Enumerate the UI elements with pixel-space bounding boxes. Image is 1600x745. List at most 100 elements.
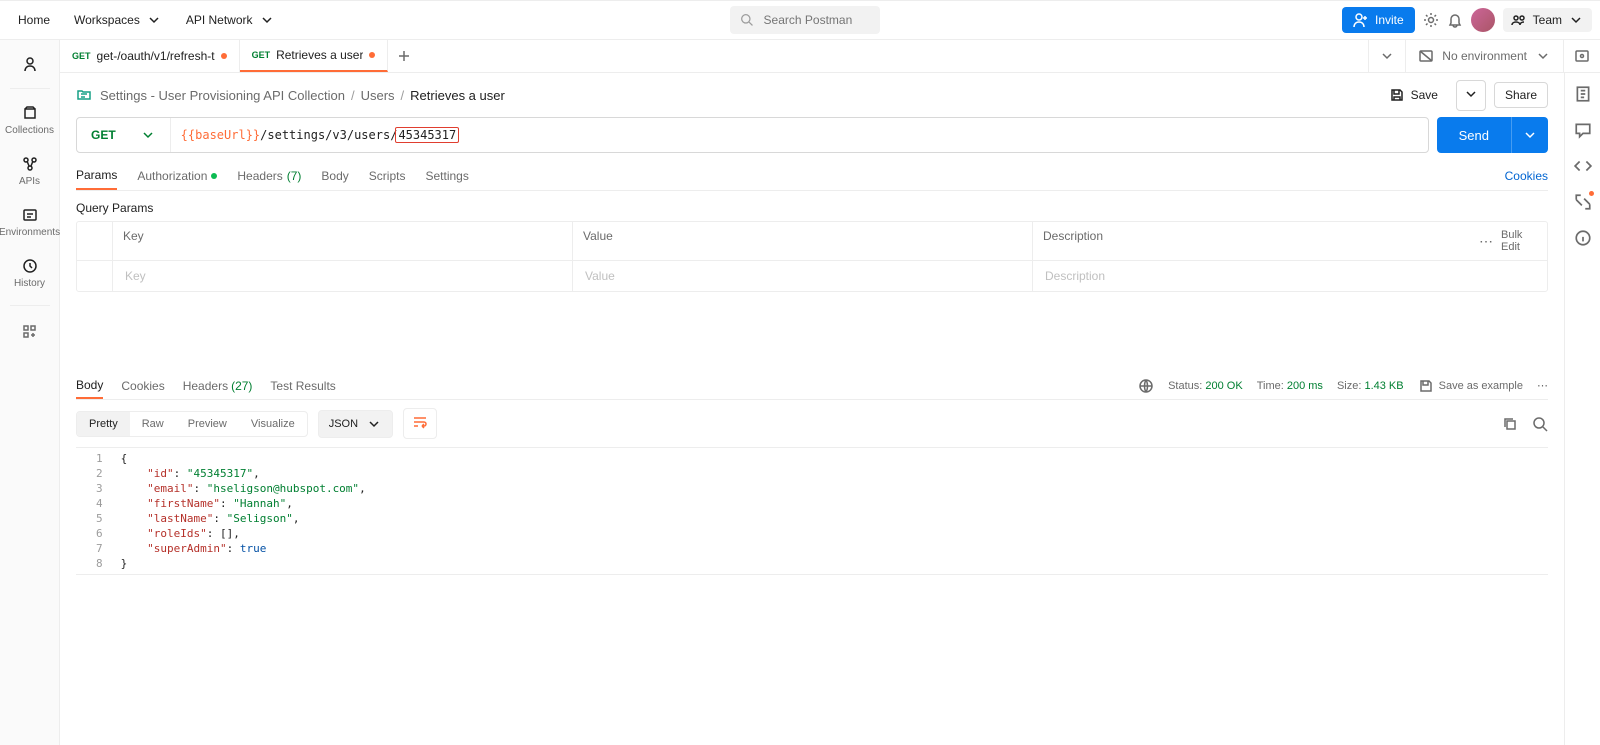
bulk-edit-link[interactable]: Bulk Edit (1501, 229, 1537, 253)
col-value: Value (573, 222, 1033, 260)
cookies-link[interactable]: Cookies (1505, 169, 1548, 183)
documentation-icon[interactable] (1574, 85, 1592, 103)
sidebar-configure[interactable] (16, 318, 44, 349)
info-icon[interactable] (1574, 229, 1592, 247)
tab-body[interactable]: Body (321, 161, 348, 190)
eye-icon (1574, 48, 1590, 64)
comments-icon[interactable] (1574, 121, 1592, 139)
response-body: 12345678 { "id": "45345317", "email": "h… (76, 447, 1548, 575)
view-preview[interactable]: Preview (176, 412, 239, 436)
sidebar-item-apis[interactable]: APIs (0, 148, 59, 195)
search-icon[interactable] (1532, 416, 1548, 432)
collection-icon (76, 86, 92, 105)
code-icon[interactable] (1574, 157, 1592, 175)
tab-list-dropdown[interactable] (1369, 48, 1405, 64)
query-params-table: Key Value Description ⋯ Bulk Edit (76, 221, 1548, 292)
tab-title: get-/oauth/v1/refresh-t (97, 49, 215, 63)
view-visualize[interactable]: Visualize (239, 412, 307, 436)
param-value-input[interactable] (583, 268, 1022, 284)
wrap-icon (412, 414, 428, 430)
collections-icon (22, 105, 38, 121)
search-input[interactable] (762, 12, 871, 28)
chevron-down-icon (146, 12, 162, 28)
save-dropdown[interactable] (1456, 80, 1486, 111)
copy-icon[interactable] (1502, 416, 1518, 432)
resp-tab-test-results[interactable]: Test Results (270, 372, 335, 399)
query-params-label: Query Params (76, 201, 1548, 215)
format-selector[interactable]: JSON (318, 410, 393, 438)
chevron-down-icon (259, 12, 275, 28)
chevron-down-icon (140, 127, 156, 143)
tab-headers[interactable]: Headers (7) (237, 161, 301, 190)
search-icon (740, 12, 753, 28)
invite-button[interactable]: Invite (1342, 7, 1415, 33)
tab-method: GET (252, 50, 271, 60)
save-as-example[interactable]: Save as example (1418, 378, 1523, 394)
sidebar-item-collections[interactable]: Collections (0, 97, 59, 144)
dirty-dot (369, 52, 375, 58)
view-mode-segment: Pretty Raw Preview Visualize (76, 411, 308, 437)
line-gutter: 12345678 (76, 448, 113, 574)
view-raw[interactable]: Raw (130, 412, 176, 436)
resp-tab-cookies[interactable]: Cookies (121, 372, 164, 399)
top-bar: Home Workspaces API Network Invite Team (0, 0, 1600, 40)
grid-plus-icon (22, 324, 38, 340)
tab-params[interactable]: Params (76, 161, 117, 190)
resp-tab-body[interactable]: Body (76, 372, 103, 399)
environment-quicklook[interactable] (1563, 40, 1600, 72)
wrap-lines-button[interactable] (403, 408, 437, 439)
tab-scripts[interactable]: Scripts (369, 161, 406, 190)
view-pretty[interactable]: Pretty (77, 412, 130, 436)
chevron-down-icon (1379, 48, 1395, 64)
environment-selector[interactable]: No environment (1405, 40, 1563, 72)
url-variable: {{baseUrl}} (181, 128, 260, 142)
col-key: Key (113, 222, 573, 260)
send-button[interactable]: Send (1437, 117, 1548, 153)
send-dropdown[interactable] (1511, 117, 1548, 153)
chevron-down-icon (1568, 12, 1584, 28)
auth-indicator-dot (211, 173, 217, 179)
save-button[interactable]: Save (1379, 82, 1448, 108)
tab-title: Retrieves a user (276, 48, 363, 62)
user-plus-icon (1353, 12, 1369, 28)
left-sidebar: Collections APIs Environments History (0, 40, 60, 745)
url-input[interactable]: {{baseUrl}}/settings/v3/users/45345317 (171, 118, 1428, 152)
tab-item-active[interactable]: GET Retrieves a user (240, 40, 389, 72)
sidebar-item-history[interactable]: History (0, 250, 59, 297)
tab-method: GET (72, 51, 91, 61)
workspaces-menu[interactable]: Workspaces (64, 6, 172, 34)
table-options[interactable]: ⋯ (1479, 233, 1493, 250)
tab-authorization[interactable]: Authorization (137, 161, 217, 190)
breadcrumb: Settings - User Provisioning API Collect… (100, 88, 505, 103)
breadcrumb-folder[interactable]: Users (361, 88, 395, 103)
param-key-input[interactable] (123, 268, 562, 284)
bell-icon[interactable] (1447, 12, 1463, 28)
api-network-menu[interactable]: API Network (176, 6, 285, 34)
method-selector[interactable]: GET (77, 118, 171, 152)
param-desc-input[interactable] (1043, 268, 1459, 284)
globe-icon[interactable] (1138, 378, 1154, 394)
sidebar-item-environments[interactable]: Environments (0, 199, 59, 246)
tab-item[interactable]: GET get-/oauth/v1/refresh-t (60, 40, 240, 72)
chevron-down-icon (366, 416, 382, 432)
url-highlight: 45345317 (395, 127, 459, 143)
col-description: Description (1033, 222, 1469, 260)
dirty-dot (221, 53, 227, 59)
plus-icon (396, 48, 412, 64)
expand-icon[interactable] (1574, 193, 1592, 211)
apis-icon (22, 156, 38, 172)
breadcrumb-collection[interactable]: Settings - User Provisioning API Collect… (100, 88, 345, 103)
resp-tab-headers[interactable]: Headers (27) (183, 372, 253, 399)
search-box[interactable] (730, 6, 880, 34)
team-selector[interactable]: Team (1503, 8, 1592, 32)
sidebar-item-profile[interactable] (0, 48, 59, 80)
response-more[interactable]: ⋯ (1537, 379, 1548, 392)
share-button[interactable]: Share (1494, 82, 1548, 108)
new-tab-button[interactable] (388, 40, 420, 72)
home-link[interactable]: Home (8, 7, 60, 33)
avatar[interactable] (1471, 8, 1495, 32)
code-body[interactable]: { "id": "45345317", "email": "hseligson@… (113, 448, 374, 574)
tab-settings[interactable]: Settings (425, 161, 468, 190)
tab-bar: GET get-/oauth/v1/refresh-t GET Retrieve… (60, 40, 1600, 73)
settings-icon[interactable] (1423, 12, 1439, 28)
